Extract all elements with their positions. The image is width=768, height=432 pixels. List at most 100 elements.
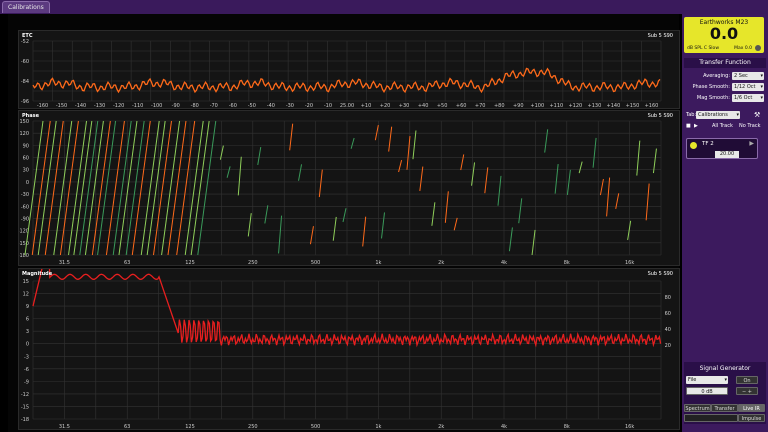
etc-x-tick: +120: [568, 103, 582, 109]
signal-level-field[interactable]: 0 dB: [686, 387, 728, 395]
phase-trace-segment: [645, 183, 650, 221]
phase-trace-segment: [68, 120, 88, 256]
phase-trace-segment: [412, 130, 417, 160]
magnitude-y-tick: 0: [26, 342, 29, 348]
phase-trace-segment: [247, 213, 252, 237]
magnitude-r-tick: 80: [665, 295, 671, 301]
magnitude-y-tick: 12: [23, 292, 29, 298]
phase-y-tick: -180: [19, 253, 29, 259]
etc-x-tick: +100: [530, 103, 544, 109]
magnitude-y-tick: -3: [24, 354, 29, 360]
etc-x-tick: -50: [248, 103, 256, 109]
signal-source-select[interactable]: File: [686, 376, 728, 384]
tab-calibrations[interactable]: Calibrations: [2, 1, 50, 13]
etc-x-tick: -140: [75, 103, 86, 109]
magnitude-info[interactable]: Sub 5 S90: [648, 271, 673, 277]
phase-trace-segment: [257, 146, 262, 166]
magnitude-x-tick: 250: [248, 424, 258, 430]
tf-delay-field[interactable]: 20.00: [715, 151, 739, 158]
signal-on-button[interactable]: On: [736, 376, 758, 384]
phase-smooth-select[interactable]: 1/12 Oct: [732, 83, 764, 91]
etc-plot[interactable]: -52 -60 -84 -96 -160 -150 -140 -130 -120 -110 -100…: [18, 30, 680, 109]
averaging-select[interactable]: 2 Sec: [732, 72, 764, 80]
spl-meter[interactable]: Earthworks M23 0.0 dB SPL C Slow Max 0.0: [684, 17, 764, 53]
etc-x-tick: +140: [607, 103, 621, 109]
phase-plot[interactable]: 1501209060300-30-60-90-120-150-18031.563…: [18, 110, 680, 266]
phase-y-tick: -60: [21, 204, 29, 210]
magnitude-x-tick: 2k: [438, 424, 444, 430]
magnitude-x-tick: 500: [311, 424, 321, 430]
meter-mode[interactable]: dB SPL C Slow: [687, 46, 719, 51]
signal-level-stepper[interactable]: − +: [736, 387, 758, 395]
phase-trace-segment: [298, 164, 303, 181]
etc-x-tick: +110: [549, 103, 563, 109]
magnitude-r-tick: 60: [665, 311, 671, 317]
magnitude-y-tick: -18: [21, 417, 29, 423]
signal-generator-panel: Signal Generator File On 0 dB − + Spectr…: [684, 362, 766, 424]
tab-select[interactable]: Calibrations: [696, 111, 740, 119]
phase-x-tick: 500: [311, 260, 321, 266]
etc-title: ETC: [22, 33, 33, 39]
phase-trace-segment: [531, 229, 536, 256]
phase-trace-segment: [381, 212, 386, 239]
etc-x-tick: +30: [399, 103, 410, 109]
etc-x-tick: +10: [361, 103, 372, 109]
magnitude-plot[interactable]: 15 12 9 6 3 0 -3 -6 -9 -12 -15 -18 31.5 63 125 250 500 1k…: [18, 268, 680, 430]
etc-x-tick: +70: [475, 103, 486, 109]
phase-trace-segment: [226, 166, 231, 178]
phase-smooth-row: Phase Smooth: 1/12 Oct: [684, 83, 766, 92]
trace-color-swatch[interactable]: [690, 142, 697, 149]
phase-y-tick: -90: [21, 216, 29, 222]
phase-info[interactable]: Sub 5 S90: [648, 113, 673, 119]
etc-x-tick: -80: [191, 103, 199, 109]
view-spectrum-button[interactable]: Spectrum: [684, 404, 711, 412]
phase-trace-segment: [599, 178, 604, 196]
phase-trace-segment: [554, 164, 559, 194]
phase-x-tick: 4k: [501, 260, 507, 266]
meter-close-icon[interactable]: [755, 45, 761, 51]
magnitude-y-tick: -6: [24, 367, 29, 373]
phase-trace-segment: [318, 169, 323, 198]
etc-x-tick: -90: [172, 103, 180, 109]
averaging-label: Averaging:: [703, 73, 730, 79]
magnitude-x-tick: 63: [124, 424, 130, 430]
etc-info[interactable]: Sub 5 S90: [648, 33, 673, 39]
stop-icon[interactable]: ■: [686, 123, 691, 129]
etc-x-tick: +90: [513, 103, 524, 109]
no-track-button[interactable]: No Track: [739, 123, 760, 129]
phase-trace-segment: [309, 226, 314, 245]
phase-trace-segment: [398, 160, 403, 173]
etc-x-tick: +130: [588, 103, 602, 109]
tf-trace-card[interactable]: TF 2 20.00 ▶: [686, 138, 758, 159]
play-icon[interactable]: ▶: [694, 123, 698, 129]
all-track-button[interactable]: All Track: [712, 123, 733, 129]
view-transfer-button[interactable]: Transfer: [711, 404, 738, 412]
magnitude-y-tick: 3: [26, 329, 29, 335]
phase-trace-segment: [544, 129, 549, 153]
trace-expand-icon[interactable]: ▶: [749, 140, 754, 147]
phase-trace-segment: [289, 123, 294, 151]
averaging-row: Averaging: 2 Sec: [684, 72, 766, 81]
phase-y-tick: -150: [19, 241, 29, 247]
phase-trace-segment: [406, 135, 411, 170]
impulse-button[interactable]: Impulse: [738, 414, 765, 422]
phase-trace-segment: [592, 137, 597, 168]
etc-x-tick: -100: [151, 103, 162, 109]
mag-smooth-select[interactable]: 1/6 Oct: [732, 94, 764, 102]
phase-y-tick: 120: [19, 131, 29, 137]
etc-x-tick: -120: [113, 103, 124, 109]
magnitude-r-tick: 40: [665, 327, 671, 333]
magnitude-r-tick: 20: [665, 343, 671, 349]
meter-max: Max 0.0: [734, 46, 752, 51]
phase-trace-segment: [484, 167, 489, 194]
magnitude-x-tick: 16k: [625, 424, 634, 430]
phase-trace-segment: [566, 169, 571, 195]
layout-toggle[interactable]: [684, 414, 738, 422]
tools-icon[interactable]: ⚒: [754, 111, 760, 119]
etc-y-tick: -84: [21, 79, 29, 85]
phase-trace-segment: [278, 215, 283, 254]
phase-trace-segment: [578, 161, 583, 174]
etc-y-tick: -96: [21, 99, 29, 105]
etc-x-tick: 25.00: [340, 103, 354, 109]
view-liveir-button[interactable]: Live IR: [738, 404, 765, 412]
